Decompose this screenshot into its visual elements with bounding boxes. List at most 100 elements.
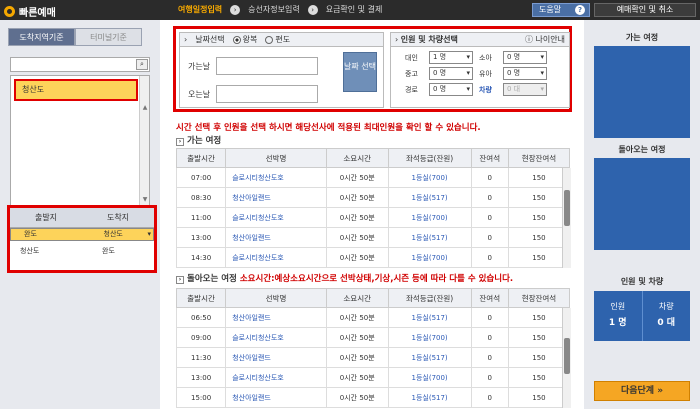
scroll-thumb[interactable] (564, 338, 570, 374)
header-arrival: 도착지 (106, 213, 130, 222)
round-trip-radio[interactable]: 왕복 (232, 34, 257, 45)
step-1: 여행일정입력 (178, 5, 223, 14)
col-seat-grade: 좌석등급(잔원) (387, 288, 472, 308)
tab-arrival-region[interactable]: 도착지역기준 (8, 28, 75, 46)
return-label: 오는날 (188, 89, 211, 99)
vehicle-label: 차량 (479, 85, 492, 94)
adult-select[interactable]: 1 명 (429, 51, 473, 64)
summary-outbound-box (594, 46, 690, 138)
route-from: 청산도 (20, 247, 40, 255)
search-icon[interactable]: ⌕ (136, 59, 148, 70)
chevron-right-icon: › (230, 4, 241, 15)
outbound-title: › 가는 여정 (176, 134, 221, 146)
youth-select[interactable]: 0 명 (429, 67, 473, 80)
app-logo: 빠른예매 (4, 4, 56, 19)
region-tabs: 도착지역기준 터미널기준 (8, 28, 142, 46)
route-header: 출발지 도착지 (10, 208, 154, 228)
region-list-scrollbar[interactable]: ▲ ▼ (139, 76, 149, 206)
region-list: 청산도 ▲ ▼ (10, 75, 150, 207)
return-title: › 돌아오는 여정 소요시간:예상소요시간으로 선박상태,기상,시즌 등에 따라 … (176, 272, 513, 284)
age-guide-link[interactable]: ⓘ 나이안내 (525, 34, 565, 45)
info-icon: ⓘ (525, 35, 536, 44)
help-label: 도움말 (539, 5, 562, 14)
return-date-input[interactable] (216, 85, 318, 103)
senior-select[interactable]: 0 명 (429, 83, 473, 96)
radio-checked-icon (232, 35, 241, 44)
table-row[interactable]: 11:30 청산아일랜드 0시간 50분 1등실(517) 0 150 (175, 347, 571, 368)
summary-return-title: 돌아오는 여정 (618, 145, 666, 154)
scroll-up-icon[interactable]: ▲ (141, 104, 149, 111)
radio-unchecked-icon (265, 35, 274, 44)
col-seat-grade: 좌석등급(잔원) (387, 148, 472, 168)
next-step-button[interactable]: 다음단계 » (594, 381, 690, 401)
passenger-grid: 대인 1 명 소아 0 명 중고 0 명 유아 0 명 경로 0 명 차량 0 … (405, 51, 547, 96)
route-to: 청산도 (103, 230, 123, 238)
depart-date-row: 가는날 (188, 57, 318, 75)
col-depart-time: 출발시간 (175, 148, 227, 168)
senior-label: 경로 (405, 85, 418, 94)
col-onsite-remaining: 현장잔여석 (507, 288, 571, 308)
depart-label: 가는날 (188, 61, 211, 71)
scroll-down-icon[interactable]: ▼ (141, 196, 149, 203)
route-to: 완도 (102, 247, 115, 255)
col-depart-time: 출발시간 (175, 288, 227, 308)
top-bar: 빠른예매 여행일정입력 › 승선자정보입력 › 요금확인 및 결제 도움말 ? … (0, 0, 700, 20)
table-row[interactable]: 13:00 슬로시티청산도호 0시간 50분 1등실(700) 0 150 (175, 367, 571, 388)
infant-label: 유아 (479, 69, 492, 78)
step-2: 승선자정보입력 (248, 5, 300, 14)
region-search-input[interactable]: ⌕ (10, 57, 150, 72)
app-title: 빠른예매 (19, 8, 56, 19)
table-row[interactable]: 14:30 슬로시티청산도호 0시간 50분 1등실(700) 0 150 (175, 247, 571, 268)
table-row[interactable]: 청산도 완도 (10, 241, 154, 262)
tab-terminal[interactable]: 터미널기준 (75, 28, 142, 46)
col-ship-name: 선박명 (225, 288, 327, 308)
depart-date-input[interactable] (216, 57, 318, 75)
infant-select[interactable]: 0 명 (503, 67, 547, 80)
table-row[interactable]: 09:00 슬로시티청산도호 0시간 50분 1등실(700) 0 150 (175, 327, 571, 348)
step-indicator: 여행일정입력 › 승선자정보입력 › 요금확인 및 결제 (178, 4, 382, 15)
table-row[interactable]: 08:30 청산아일랜드 0시간 50분 1등실(517) 0 150 (175, 187, 571, 208)
date-select-button[interactable]: 날짜 선택 (343, 52, 377, 92)
main-content: › 날짜선택 왕복 편도 가는날 오는날 날짜 선택 › 인원 및 차량선택 ⓘ… (166, 20, 584, 409)
summary-outbound-title: 가는 여정 (625, 33, 659, 42)
list-item[interactable]: 청산도 (14, 79, 138, 101)
selection-box: › 날짜선택 왕복 편도 가는날 오는날 날짜 선택 › 인원 및 차량선택 ⓘ… (173, 26, 572, 112)
table-row[interactable]: 13:00 청산아일랜드 0시간 50분 1등실(517) 0 150 (175, 227, 571, 248)
summary-pax: 인원 1 명 (594, 291, 643, 341)
help-button[interactable]: 도움말 ? (532, 3, 590, 17)
table-row[interactable]: 완도 청산도 (10, 228, 154, 241)
table-row[interactable]: 15:00 청산아일랜드 0시간 50분 1등실(517) 0 150 (175, 387, 571, 408)
logo-circle-icon (4, 6, 15, 17)
summary-vehicle: 차량 0 대 (657, 302, 676, 328)
chevron-right-icon: › (176, 276, 184, 284)
col-onsite-remaining: 현장잔여석 (507, 148, 571, 168)
step-3: 요금확인 및 결제 (325, 5, 383, 14)
return-table: 출발시간 선박명 소요시간 좌석등급(잔원) 잔여석 현장잔여석 06:50 청산… (175, 288, 571, 408)
passenger-panel: › 인원 및 차량선택 ⓘ 나이안내 대인 1 명 소아 0 명 중고 0 명 … (390, 32, 570, 108)
col-remaining: 잔여석 (470, 148, 509, 168)
col-remaining: 잔여석 (470, 288, 509, 308)
return-scrollbar[interactable] (562, 308, 571, 408)
scroll-thumb[interactable] (564, 190, 570, 226)
reservation-check-button[interactable]: 예매확인 및 취소 (594, 3, 696, 17)
col-ship-name: 선박명 (225, 148, 327, 168)
vehicle-select: 0 대 (503, 83, 547, 96)
child-label: 소아 (479, 53, 492, 62)
left-panel: 도착지역기준 터미널기준 ⌕ 청산도 ▲ ▼ 출발지 도착지 완도 청산도 청산… (0, 20, 160, 409)
passenger-panel-title: 인원 및 차량선택 (400, 35, 458, 44)
one-way-radio[interactable]: 편도 (265, 34, 290, 45)
summary-pax-title: 인원 및 차량 (620, 277, 664, 286)
table-row[interactable]: 11:00 슬로시티청산도호 0시간 50분 1등실(700) 0 150 (175, 207, 571, 228)
table-row[interactable]: 07:00 슬로시티청산도호 0시간 50분 1등실(700) 0 150 (175, 167, 571, 188)
date-panel: › 날짜선택 왕복 편도 가는날 오는날 날짜 선택 (179, 32, 384, 108)
child-select[interactable]: 0 명 (503, 51, 547, 64)
duration-notice: 소요시간:예상소요시간으로 선박상태,기상,시즌 등에 따라 다를 수 있습니다… (239, 274, 514, 284)
summary-pax-box: 인원 1 명 차량 0 대 (594, 291, 690, 341)
passenger-panel-header: › 인원 및 차량선택 ⓘ 나이안내 (391, 33, 569, 47)
summary-return-box (594, 158, 690, 250)
chevron-right-icon: › (176, 138, 184, 146)
col-duration: 소요시간 (325, 288, 389, 308)
date-panel-header: › 날짜선택 왕복 편도 (180, 33, 383, 47)
table-row[interactable]: 06:50 청산아일랜드 0시간 50분 1등실(517) 0 150 (175, 307, 571, 328)
outbound-scrollbar[interactable] (562, 168, 571, 268)
